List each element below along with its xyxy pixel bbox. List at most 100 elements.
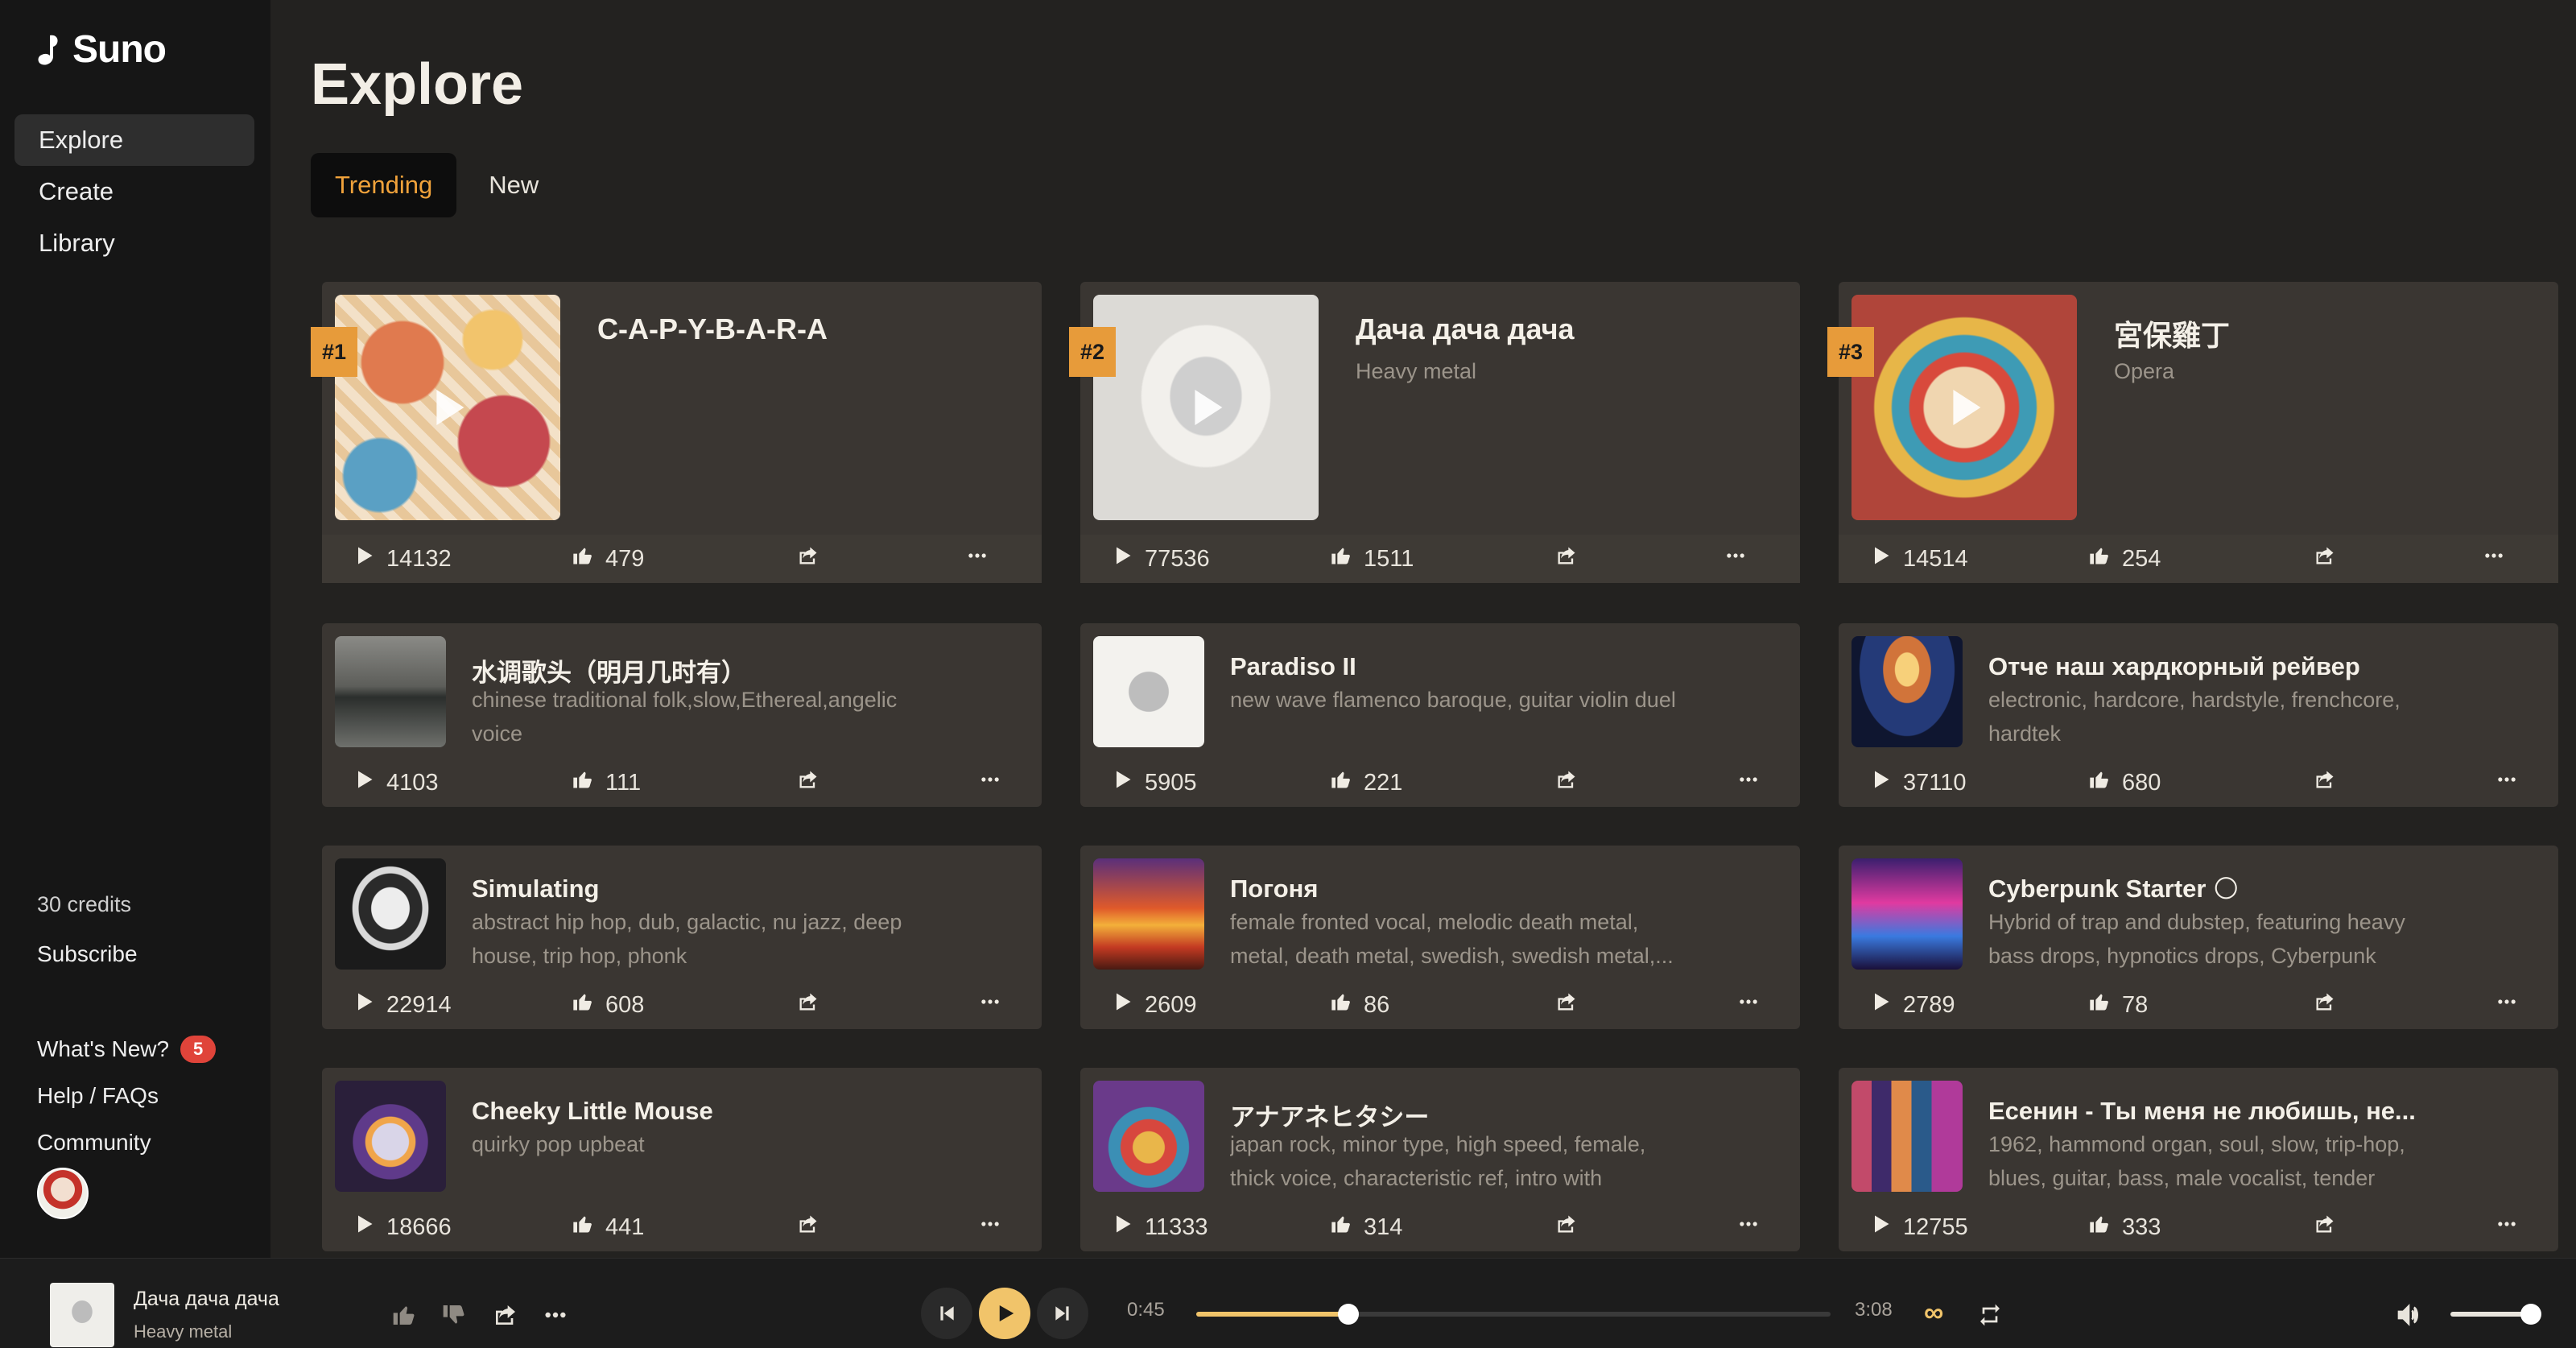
progress-knob[interactable] bbox=[1338, 1304, 1360, 1325]
sidebar-item-library[interactable]: Library bbox=[14, 217, 254, 269]
play-count[interactable]: 14132 bbox=[353, 535, 452, 583]
share-button[interactable] bbox=[797, 1203, 819, 1251]
song-cover-art[interactable] bbox=[1852, 1081, 1963, 1192]
player-cover-art[interactable] bbox=[50, 1283, 114, 1347]
song-title[interactable]: Cyberpunk Starter 🌕 bbox=[1988, 875, 2239, 903]
play-overlay-icon[interactable] bbox=[436, 390, 464, 425]
song-title[interactable]: Погоня bbox=[1230, 875, 1318, 903]
share-button[interactable] bbox=[797, 981, 819, 1029]
song-cover-art[interactable] bbox=[335, 636, 446, 747]
community-link[interactable]: Community bbox=[37, 1119, 216, 1166]
song-card[interactable]: Simulating abstract hip hop, dub, galact… bbox=[322, 846, 1042, 1029]
song-title[interactable]: Simulating bbox=[472, 875, 599, 903]
like-count[interactable]: 333 bbox=[2088, 1203, 2161, 1251]
song-cover-art[interactable] bbox=[1093, 636, 1204, 747]
like-count[interactable]: 314 bbox=[1330, 1203, 1402, 1251]
play-count[interactable]: 5905 bbox=[1111, 759, 1197, 807]
volume-slider[interactable] bbox=[2450, 1304, 2541, 1325]
like-icon[interactable] bbox=[391, 1302, 417, 1328]
song-card[interactable]: 水调歌头（明月几时有） chinese traditional folk,slo… bbox=[322, 623, 1042, 807]
play-count[interactable]: 2609 bbox=[1111, 981, 1197, 1029]
song-card[interactable]: Cheeky Little Mouse quirky pop upbeat 18… bbox=[322, 1068, 1042, 1251]
play-count[interactable]: 14514 bbox=[1869, 535, 1968, 583]
song-cover-art[interactable] bbox=[1852, 636, 1963, 747]
volume-icon[interactable] bbox=[2396, 1302, 2421, 1328]
song-title[interactable]: C-A-P-Y-B-A-R-A bbox=[597, 312, 828, 346]
sidebar-item-create[interactable]: Create bbox=[14, 166, 254, 217]
repeat-icon[interactable] bbox=[1977, 1302, 2003, 1328]
like-count[interactable]: 111 bbox=[572, 759, 641, 807]
progress-bar[interactable] bbox=[1196, 1304, 1831, 1325]
song-cover-art[interactable] bbox=[335, 1081, 446, 1192]
share-button[interactable] bbox=[2314, 981, 2336, 1029]
more-options-button[interactable] bbox=[979, 759, 1001, 807]
more-options-button[interactable] bbox=[966, 535, 989, 583]
song-card[interactable]: Cyberpunk Starter 🌕 Hybrid of trap and d… bbox=[1839, 846, 2558, 1029]
featured-song-card[interactable]: #3 宮保雞丁 Opera 14514 254 bbox=[1827, 282, 2558, 583]
song-cover-art[interactable] bbox=[1093, 1081, 1204, 1192]
next-track-button[interactable] bbox=[1037, 1288, 1088, 1339]
more-options-button[interactable] bbox=[1737, 759, 1760, 807]
play-count[interactable]: 37110 bbox=[1869, 759, 1967, 807]
share-button[interactable] bbox=[1555, 1203, 1578, 1251]
more-options-button[interactable] bbox=[979, 1203, 1001, 1251]
song-card[interactable]: Есенин - Ты меня не любишь, не... 1962, … bbox=[1839, 1068, 2558, 1251]
share-icon[interactable] bbox=[493, 1302, 518, 1328]
previous-track-button[interactable] bbox=[921, 1288, 972, 1339]
whats-new-link[interactable]: What's New? 5 bbox=[37, 1026, 217, 1073]
tab-new[interactable]: New bbox=[464, 153, 563, 217]
share-button[interactable] bbox=[1555, 759, 1578, 807]
song-card[interactable]: Отче наш хардкорный рейвер electronic, h… bbox=[1839, 623, 2558, 807]
share-button[interactable] bbox=[2314, 535, 2336, 583]
volume-knob[interactable] bbox=[2520, 1304, 2541, 1325]
more-options-icon[interactable] bbox=[543, 1302, 568, 1328]
more-options-button[interactable] bbox=[979, 981, 1001, 1029]
share-button[interactable] bbox=[797, 535, 819, 583]
share-button[interactable] bbox=[1555, 535, 1578, 583]
dislike-icon[interactable] bbox=[441, 1302, 467, 1328]
player-song-title[interactable]: Дача дача дача bbox=[134, 1288, 279, 1311]
play-count[interactable]: 2789 bbox=[1869, 981, 1955, 1029]
song-card[interactable]: Paradiso II new wave flamenco baroque, g… bbox=[1080, 623, 1800, 807]
infinite-loop-icon[interactable]: ∞ bbox=[1924, 1297, 1943, 1329]
like-count[interactable]: 479 bbox=[572, 535, 644, 583]
share-button[interactable] bbox=[2314, 759, 2336, 807]
like-count[interactable]: 608 bbox=[572, 981, 644, 1029]
like-count[interactable]: 78 bbox=[2088, 981, 2148, 1029]
play-count[interactable]: 12755 bbox=[1869, 1203, 1968, 1251]
play-count[interactable]: 77536 bbox=[1111, 535, 1210, 583]
song-title[interactable]: Дача дача дача bbox=[1356, 312, 1575, 346]
song-cover-art[interactable] bbox=[335, 858, 446, 970]
like-count[interactable]: 441 bbox=[572, 1203, 644, 1251]
more-options-button[interactable] bbox=[2496, 759, 2518, 807]
share-button[interactable] bbox=[1555, 981, 1578, 1029]
share-button[interactable] bbox=[797, 759, 819, 807]
play-count[interactable]: 22914 bbox=[353, 981, 452, 1029]
more-options-button[interactable] bbox=[2496, 1203, 2518, 1251]
song-card[interactable]: Погоня female fronted vocal, melodic dea… bbox=[1080, 846, 1800, 1029]
suno-logo[interactable]: Suno bbox=[35, 27, 167, 72]
play-overlay-icon[interactable] bbox=[1195, 390, 1223, 425]
help-faqs-link[interactable]: Help / FAQs bbox=[37, 1073, 216, 1119]
user-avatar[interactable] bbox=[37, 1168, 89, 1219]
song-title[interactable]: Paradiso II bbox=[1230, 652, 1356, 681]
song-title[interactable]: 宮保雞丁 bbox=[2114, 312, 2230, 354]
subscribe-link[interactable]: Subscribe bbox=[37, 941, 138, 967]
song-title[interactable]: Cheeky Little Mouse bbox=[472, 1097, 713, 1126]
featured-song-card[interactable]: #1 C-A-P-Y-B-A-R-A 14132 479 bbox=[311, 282, 1042, 583]
song-cover-art[interactable] bbox=[1852, 295, 2077, 520]
song-title[interactable]: Есенин - Ты меня не любишь, не... bbox=[1988, 1097, 2416, 1126]
play-count[interactable]: 18666 bbox=[353, 1203, 452, 1251]
share-button[interactable] bbox=[2314, 1203, 2336, 1251]
like-count[interactable]: 1511 bbox=[1330, 535, 1414, 583]
like-count[interactable]: 680 bbox=[2088, 759, 2161, 807]
more-options-button[interactable] bbox=[2483, 535, 2505, 583]
song-title[interactable]: Отче наш хардкорный рейвер bbox=[1988, 652, 2360, 681]
song-card[interactable]: アナアネヒタシー japan rock, minor type, high sp… bbox=[1080, 1068, 1800, 1251]
play-button[interactable] bbox=[979, 1288, 1030, 1339]
tab-trending[interactable]: Trending bbox=[311, 153, 457, 217]
song-cover-art[interactable] bbox=[1852, 858, 1963, 970]
song-cover-art[interactable] bbox=[1093, 295, 1319, 520]
more-options-button[interactable] bbox=[1737, 981, 1760, 1029]
more-options-button[interactable] bbox=[2496, 981, 2518, 1029]
